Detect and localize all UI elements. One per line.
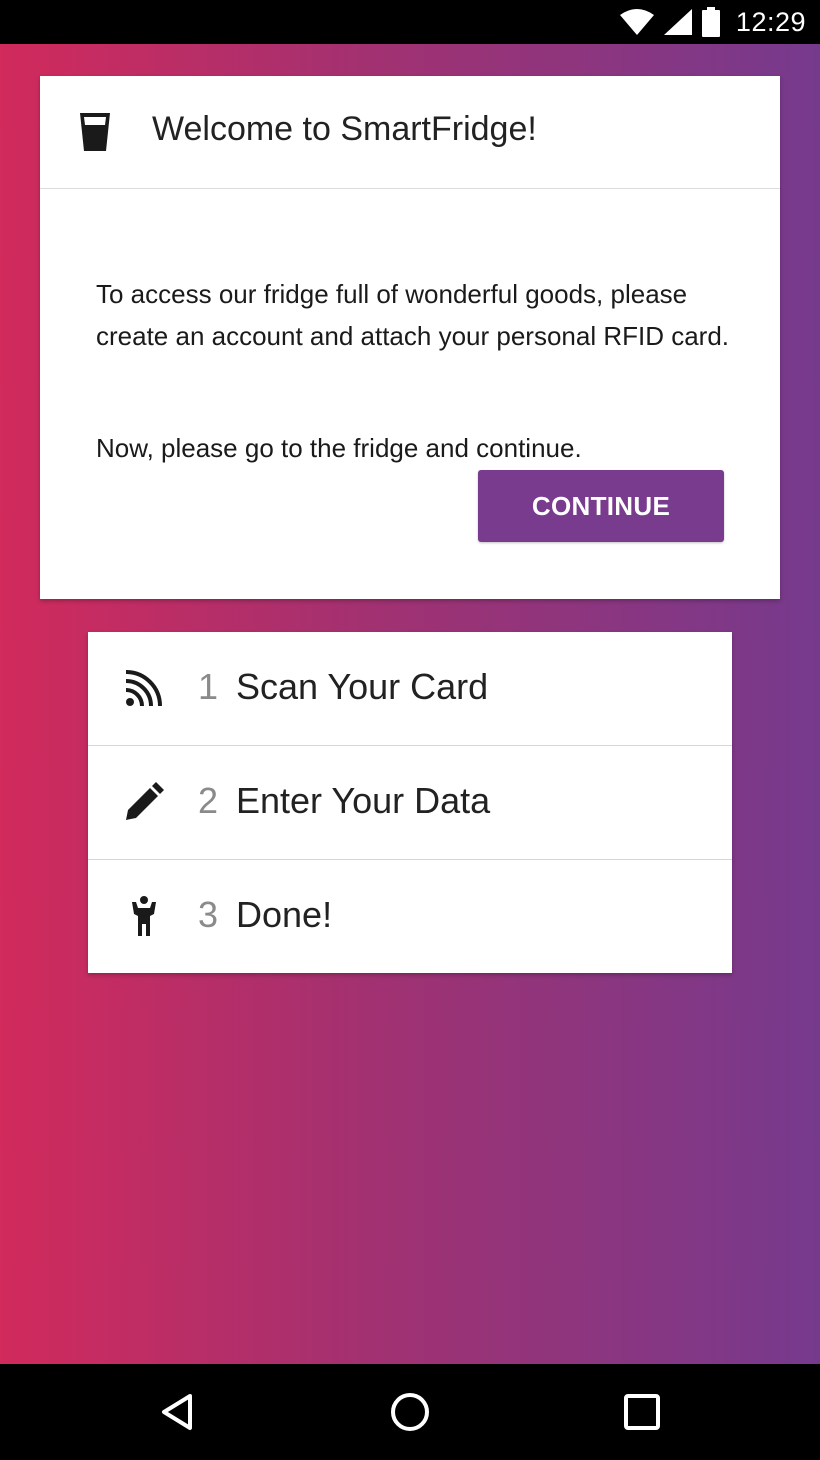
welcome-card: Welcome to SmartFridge! To access our fr… xyxy=(40,76,780,599)
rfid-icon xyxy=(125,670,162,707)
clock: 12:29 xyxy=(735,6,806,37)
instruction-paragraph: Now, please go to the fridge and continu… xyxy=(96,433,582,463)
step-label: Scan Your Card xyxy=(236,666,489,707)
step-number: 1 xyxy=(198,666,219,707)
cup-icon xyxy=(80,113,110,151)
status-bar: 12:29 xyxy=(0,0,820,44)
step-enter-data[interactable]: 2 Enter Your Data xyxy=(88,745,732,858)
recents-icon[interactable] xyxy=(620,1390,664,1434)
back-icon[interactable] xyxy=(156,1390,200,1434)
steps-list: 1 Scan Your Card 2 Enter Your Data 3 Don… xyxy=(88,632,732,973)
pencil-icon xyxy=(126,782,164,820)
step-label: Enter Your Data xyxy=(236,780,491,821)
welcome-title: Welcome to SmartFridge! xyxy=(152,110,537,148)
continue-button[interactable]: CONTINUE xyxy=(478,470,724,542)
home-icon[interactable] xyxy=(388,1390,432,1434)
navigation-bar xyxy=(0,1364,820,1460)
intro-paragraph: To access our fridge full of wonderful g… xyxy=(96,279,730,351)
step-label: Done! xyxy=(236,894,333,935)
step-number: 2 xyxy=(198,780,219,821)
step-number: 3 xyxy=(198,894,219,935)
step-done[interactable]: 3 Done! xyxy=(88,859,732,972)
wifi-icon xyxy=(619,9,654,35)
step-scan-card[interactable]: 1 Scan Your Card xyxy=(88,632,732,745)
welcome-header: Welcome to SmartFridge! xyxy=(40,76,780,189)
battery-icon xyxy=(701,7,720,37)
person-icon xyxy=(132,896,156,936)
signal-icon xyxy=(663,9,692,35)
